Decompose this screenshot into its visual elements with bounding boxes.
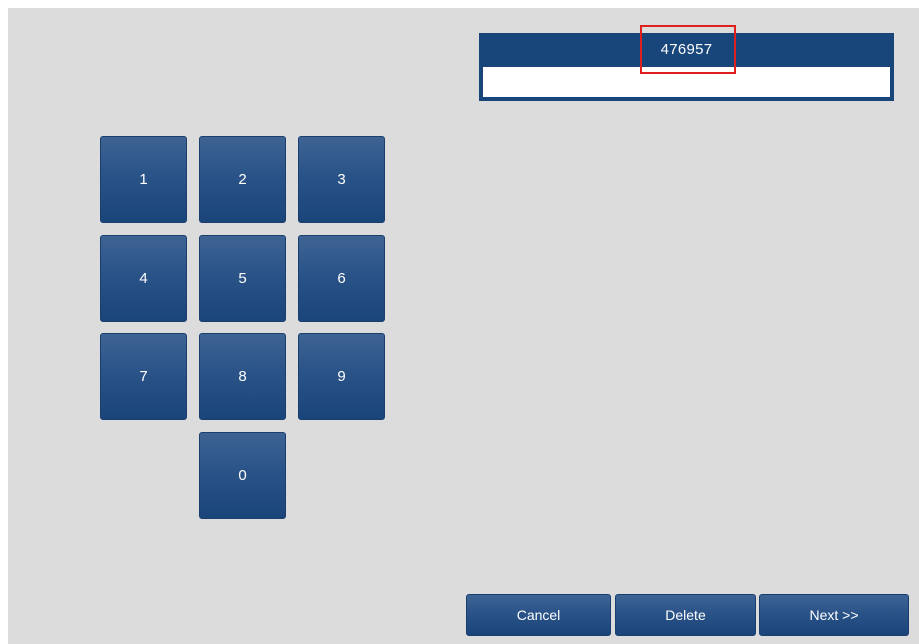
cancel-button[interactable]: Cancel [466,594,611,636]
delete-button[interactable]: Delete [615,594,756,636]
keypad-key-6[interactable]: 6 [298,235,385,322]
keypad-key-7[interactable]: 7 [100,333,187,420]
next-button[interactable]: Next >> [759,594,909,636]
keypad-key-4[interactable]: 4 [100,235,187,322]
code-entry-panel: 476957 [479,33,894,101]
keypad-key-9[interactable]: 9 [298,333,385,420]
keypad-key-8[interactable]: 8 [199,333,286,420]
keypad-key-0[interactable]: 0 [199,432,286,519]
keypad-key-5[interactable]: 5 [199,235,286,322]
keypad-key-2[interactable]: 2 [199,136,286,223]
screen-background: 476957 1 2 3 4 5 6 7 8 9 0 Cancel Delete… [8,8,919,644]
code-display: 476957 [660,41,713,58]
keypad-key-1[interactable]: 1 [100,136,187,223]
keypad-key-3[interactable]: 3 [298,136,385,223]
code-input-field[interactable] [483,67,890,97]
